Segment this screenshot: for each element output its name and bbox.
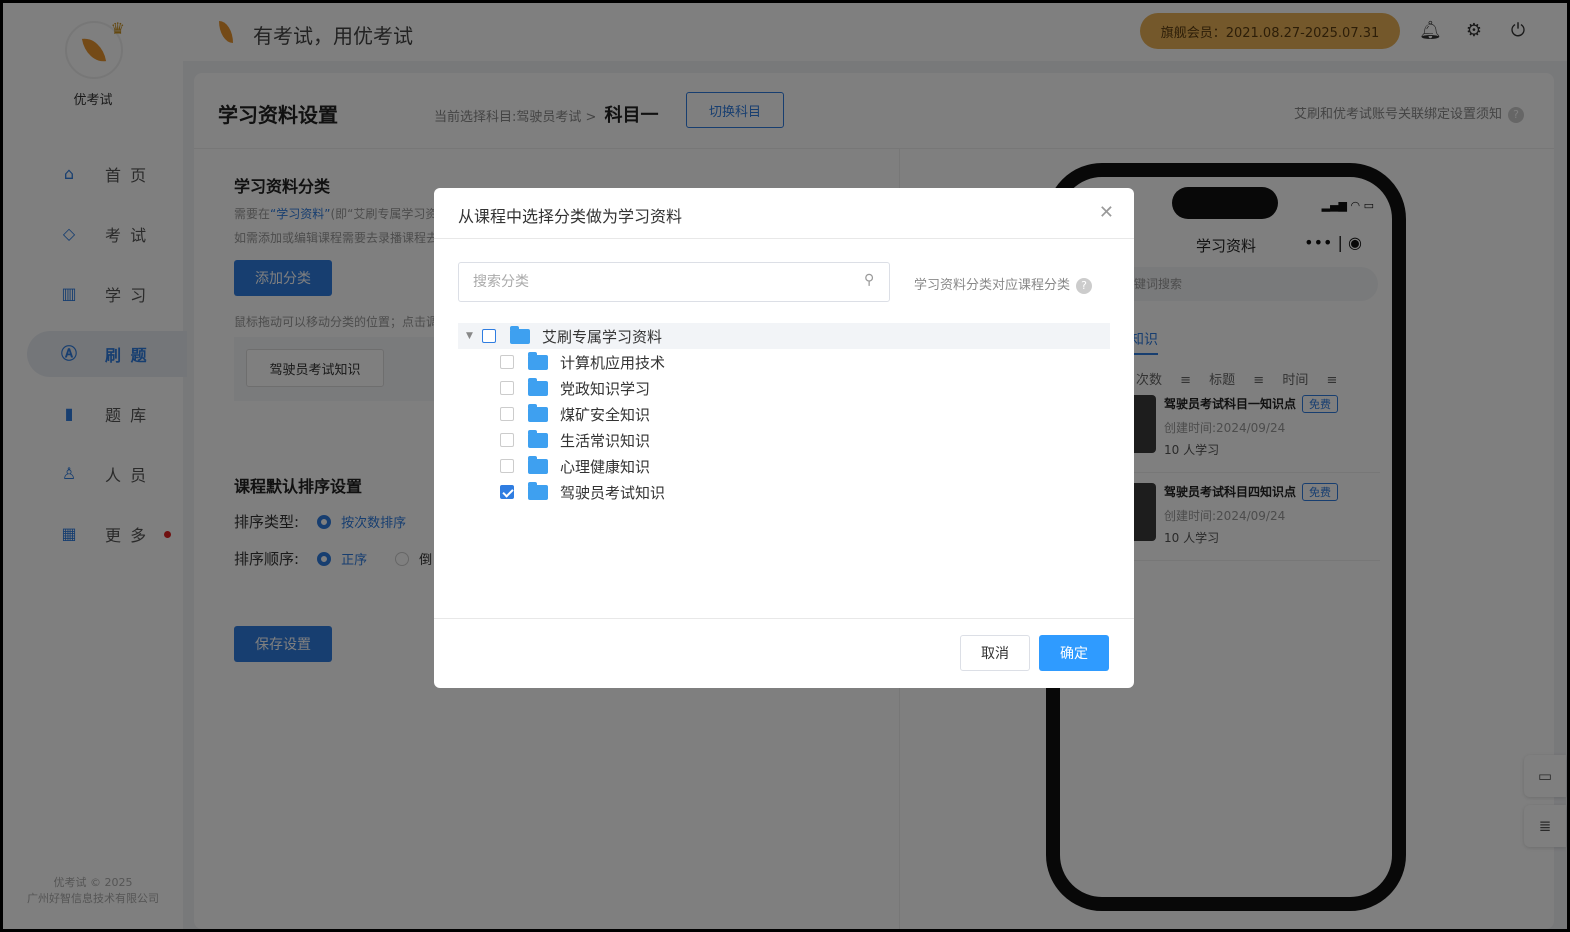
dialog-header: 从课程中选择分类做为学习资料 ✕ (434, 188, 1134, 239)
tree-node-label: 计算机应用技术 (560, 353, 666, 372)
tree-checkbox[interactable] (500, 355, 514, 369)
tree-node[interactable]: 计算机应用技术 (458, 349, 1110, 375)
tree-checkbox[interactable] (500, 381, 514, 395)
folder-icon (528, 455, 548, 474)
folder-icon (528, 403, 548, 422)
folder-icon (510, 325, 530, 344)
search-icon[interactable]: ⚲ (864, 272, 874, 288)
tree-checkbox[interactable] (500, 433, 514, 447)
tree-node[interactable]: 心理健康知识 (458, 453, 1110, 479)
dialog-title: 从课程中选择分类做为学习资料 (458, 207, 683, 226)
folder-icon (528, 481, 548, 500)
tree-node-label: 煤矿安全知识 (560, 405, 651, 424)
tree-root-node[interactable]: ▼ 艾刷专属学习资料 (458, 323, 1110, 349)
confirm-button[interactable]: 确定 (1039, 635, 1109, 671)
tree-node-label: 党政知识学习 (560, 379, 651, 398)
category-search-input[interactable] (458, 262, 890, 302)
folder-icon (528, 429, 548, 448)
tree-checkbox[interactable] (500, 459, 514, 473)
tree-node-label: 艾刷专属学习资料 (542, 327, 663, 346)
tree-node[interactable]: 党政知识学习 (458, 375, 1110, 401)
mapping-hint-text: 学习资料分类对应课程分类 (914, 278, 1071, 293)
folder-icon (528, 377, 548, 396)
tree-node[interactable]: 煤矿安全知识 (458, 401, 1110, 427)
tree-node[interactable]: 驾驶员考试知识 (458, 479, 1110, 505)
folder-icon (528, 351, 548, 370)
tree-checkbox[interactable] (482, 329, 496, 343)
tree-checkbox[interactable] (500, 407, 514, 421)
tree-node-label: 驾驶员考试知识 (560, 483, 666, 502)
select-category-dialog: 从课程中选择分类做为学习资料 ✕ ⚲ 学习资料分类对应课程分类? ▼ 艾刷专属学… (434, 188, 1134, 688)
tree-node[interactable]: 生活常识知识 (458, 427, 1110, 453)
tree-checkbox-checked[interactable] (500, 485, 514, 499)
caret-down-icon[interactable]: ▼ (466, 331, 476, 341)
help-icon[interactable]: ? (1076, 278, 1093, 294)
cancel-button[interactable]: 取消 (960, 635, 1030, 671)
tree-node-label: 生活常识知识 (560, 431, 651, 450)
tree-node-label: 心理健康知识 (560, 457, 651, 476)
close-icon[interactable]: ✕ (1099, 204, 1114, 222)
dialog-footer: 取消 确定 (434, 618, 1134, 688)
mapping-hint: 学习资料分类对应课程分类? (914, 274, 1093, 294)
